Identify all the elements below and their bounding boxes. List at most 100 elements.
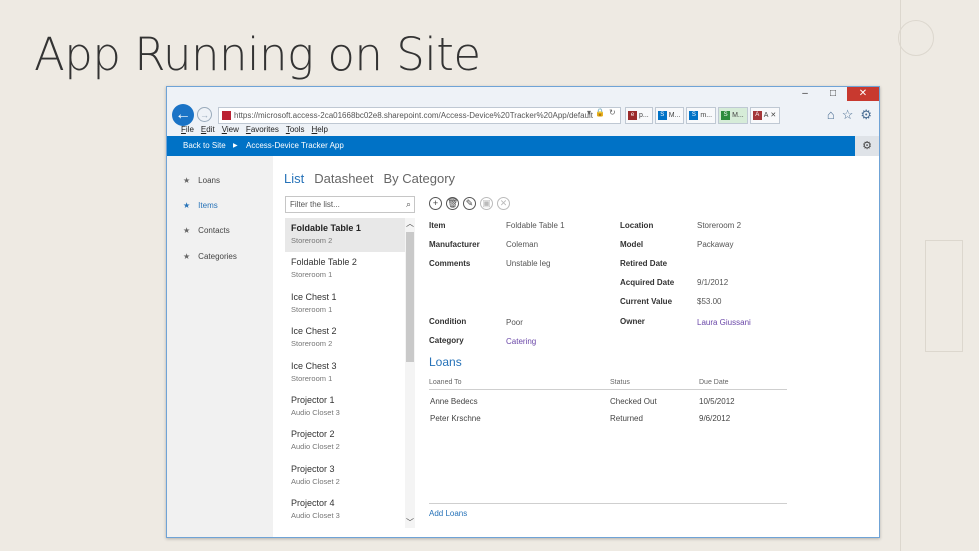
lock-icon: 🔒	[595, 108, 609, 117]
list-item[interactable]: Ice Chest 1 Storeroom 1	[285, 287, 405, 321]
list-item-title: Ice Chest 2	[291, 326, 337, 337]
tab-datasheet[interactable]: Datasheet	[314, 171, 373, 186]
address-url: https://microsoft.access-2ca01668bc02e8.…	[234, 111, 593, 120]
owner-link[interactable]: Laura Giussani	[697, 318, 751, 327]
scrollbar-thumb[interactable]	[406, 232, 414, 362]
list-item-location: Audio Closet 2	[291, 442, 340, 452]
cancel-icon[interactable]: ✕	[497, 197, 510, 210]
page-icon: e	[628, 111, 637, 120]
nav-item-contacts[interactable]: ★ Contacts	[183, 226, 230, 235]
manufacturer-label: Manufacturer	[429, 240, 480, 249]
filter-placeholder: Filter the list...	[290, 200, 340, 209]
nav-item-categories[interactable]: ★ Categories	[183, 252, 237, 261]
browser-tab[interactable]: S M...	[654, 107, 685, 124]
retired-date-label: Retired Date	[620, 259, 668, 268]
loan-row-status: Checked Out	[610, 397, 657, 406]
list-item[interactable]: Projector 3 Audio Closet 2	[285, 459, 405, 493]
decorative-line	[900, 0, 902, 551]
list-item-title: Ice Chest 3	[291, 360, 337, 371]
list-item-title: Projector 4	[291, 498, 335, 509]
loan-row-loaned-to[interactable]: Anne Bedecs	[430, 397, 478, 406]
loan-row-loaned-to[interactable]: Peter Krschne	[430, 414, 481, 423]
tab-by-category[interactable]: By Category	[384, 171, 456, 186]
list-item-title: Foldable Table 2	[291, 257, 357, 268]
forward-arrow-icon[interactable]: →	[197, 107, 212, 122]
browser-tab[interactable]: Sm...	[686, 107, 717, 124]
menu-view[interactable]: View	[222, 125, 239, 134]
list-item-location: Audio Closet 3	[291, 511, 340, 521]
list-item[interactable]: Foldable Table 2 Storeroom 1	[285, 252, 405, 286]
refresh-icon[interactable]: ↻	[609, 108, 620, 117]
access-icon: A	[752, 111, 762, 120]
delete-icon[interactable]: 🗑	[446, 197, 459, 210]
menu-tools[interactable]: Tools	[286, 125, 305, 134]
add-loans-link[interactable]: Add Loans	[429, 509, 467, 518]
filter-input[interactable]: Filter the list... ⌕	[285, 196, 415, 213]
list-item[interactable]: Ice Chest 2 Storeroom 2	[285, 321, 405, 355]
list-item[interactable]: Foldable Table 1 Storeroom 2	[285, 218, 405, 253]
star-icon: ★	[183, 226, 191, 235]
sharepoint-icon: S	[689, 111, 699, 120]
edit-icon[interactable]: ✎	[463, 197, 476, 210]
loans-col-loaned-to: Loaned To	[429, 379, 462, 386]
search-icon[interactable]: ⌕	[406, 197, 411, 212]
menu-help[interactable]: Help	[312, 125, 328, 134]
condition-label: Condition	[429, 317, 467, 326]
decorative-line	[925, 240, 963, 352]
list-item[interactable]: Ice Chest 3 Storeroom 1	[285, 356, 405, 390]
nav-label: Items	[198, 201, 218, 210]
list-item-title: Ice Chest 1	[291, 291, 337, 302]
settings-gear-icon[interactable]: ⚙	[855, 136, 879, 156]
chevron-up-icon[interactable]: ︿	[405, 218, 415, 229]
menu-file[interactable]: File	[181, 125, 194, 134]
list-item-location: Audio Closet 2	[291, 476, 340, 486]
tab-label: m...	[700, 112, 713, 119]
sharepoint-suite-bar: Back to Site ▶ Access-Device Tracker App	[167, 136, 879, 156]
loan-row-status: Returned	[610, 414, 643, 423]
list-item[interactable]: Projector 4 Audio Closet 3	[285, 493, 405, 527]
home-icon[interactable]: ⌂	[827, 107, 835, 123]
address-bar[interactable]: https://microsoft.access-2ca01668bc02e8.…	[218, 107, 621, 124]
menu-edit[interactable]: Edit	[201, 125, 215, 134]
search-dropdown-icon[interactable]: ▾	[587, 108, 595, 117]
loans-footer-divider	[429, 503, 787, 504]
maximize-button[interactable]: □	[819, 87, 847, 101]
list-item[interactable]: Projector 2 Audio Closet 2	[285, 424, 405, 458]
list-scrollbar[interactable]: ︿ ﹀	[405, 218, 415, 528]
menu-favorites[interactable]: Favorites	[246, 125, 279, 134]
add-icon[interactable]: +	[429, 197, 442, 210]
location-label: Location	[620, 221, 654, 230]
record-actions: + 🗑 ✎ ▣ ✕	[429, 197, 510, 210]
loans-heading: Loans	[429, 355, 462, 369]
site-favicon-icon	[222, 111, 231, 120]
nav-item-loans[interactable]: ★ Loans	[183, 176, 220, 185]
nav-label: Categories	[198, 252, 237, 261]
minimize-button[interactable]: –	[791, 87, 819, 101]
decorative-circle	[898, 20, 934, 56]
category-link[interactable]: Catering	[506, 337, 536, 346]
loan-row-due-date: 9/6/2012	[699, 414, 731, 423]
favorites-star-icon[interactable]: ☆	[842, 107, 854, 123]
category-label: Category	[429, 336, 464, 345]
nav-item-items[interactable]: ★ Items	[183, 201, 218, 210]
browser-tab-active[interactable]: S M...	[718, 107, 748, 124]
gear-icon[interactable]: ⚙	[860, 107, 872, 123]
list-item-title: Projector 3	[291, 463, 335, 474]
list-item-location: Storeroom 2	[291, 339, 333, 349]
loans-header-divider	[429, 389, 787, 390]
window-controls: – □ ✕	[791, 87, 879, 101]
tab-list[interactable]: List	[284, 171, 304, 186]
tab-label: p...	[639, 112, 649, 119]
browser-tab[interactable]: e p...	[625, 107, 653, 124]
browser-tab[interactable]: A A ✕	[749, 107, 781, 124]
back-arrow-icon[interactable]: ←	[172, 104, 194, 126]
close-button[interactable]: ✕	[847, 87, 879, 101]
current-value-label: Current Value	[620, 297, 673, 306]
tab-close-icon[interactable]: ✕	[770, 108, 776, 123]
back-to-site-link[interactable]: Back to Site	[183, 136, 226, 156]
save-icon[interactable]: ▣	[480, 197, 493, 210]
chevron-down-icon[interactable]: ﹀	[405, 517, 415, 528]
loans-col-status: Status	[610, 379, 630, 386]
location-value: Storeroom 2	[697, 221, 742, 230]
list-item[interactable]: Projector 1 Audio Closet 3	[285, 390, 405, 424]
